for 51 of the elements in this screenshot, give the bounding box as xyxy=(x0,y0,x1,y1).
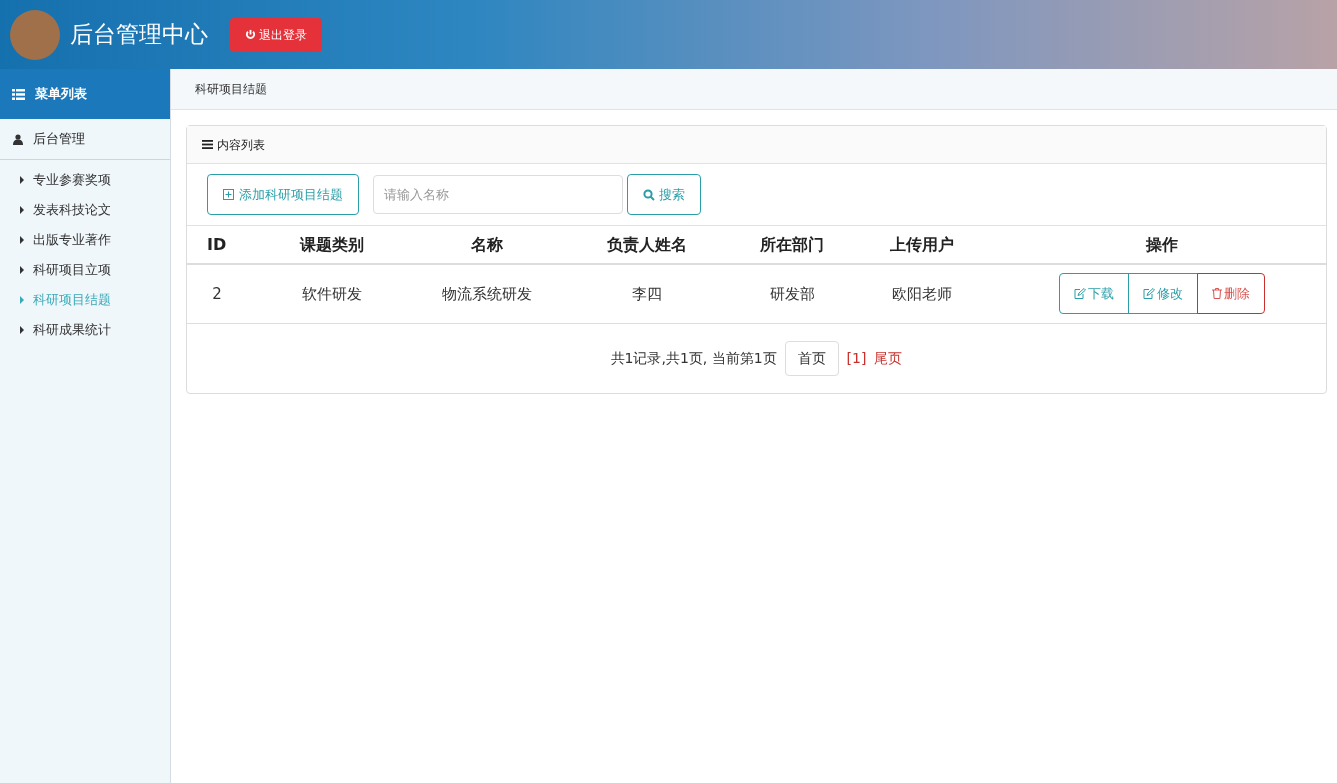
column-header: 负责人姓名 xyxy=(607,234,687,254)
column-header: ID xyxy=(207,234,227,254)
column-header: 操作 xyxy=(1145,234,1178,254)
menu-item[interactable]: 科研成果统计 xyxy=(0,315,170,345)
edit-button[interactable]: 修改 xyxy=(1127,273,1198,315)
edit-icon xyxy=(1142,288,1155,300)
caret-icon xyxy=(20,296,24,304)
caret-icon xyxy=(20,206,24,214)
menu-item[interactable]: 科研项目立项 xyxy=(0,255,170,285)
plus-square-icon xyxy=(223,189,234,200)
group-label: 后台管理 xyxy=(33,130,85,149)
logout-button[interactable]: 退出登录 xyxy=(230,17,322,52)
user-icon xyxy=(13,133,23,145)
power-icon xyxy=(245,29,256,40)
column-header: 上传用户 xyxy=(890,234,954,254)
search-field[interactable]: 请输入名称 xyxy=(373,175,623,214)
caret-icon xyxy=(20,266,24,274)
menu-item[interactable]: 专业参赛奖项 xyxy=(0,165,170,195)
menu-item[interactable]: 科研项目结题 xyxy=(0,285,170,315)
edit-icon xyxy=(1073,288,1086,300)
delete-button[interactable]: 删除 xyxy=(1196,273,1265,315)
list-icon xyxy=(12,88,25,100)
table-cell: 李四 xyxy=(632,284,662,303)
caret-icon xyxy=(20,236,24,244)
table-cell: 软件研发 xyxy=(302,284,362,303)
menu-heading: 菜单列表 xyxy=(35,85,87,104)
trash-icon xyxy=(1211,288,1222,300)
table-cell: 欧阳老师 xyxy=(892,284,952,303)
menu-item[interactable]: 出版专业著作 xyxy=(0,225,170,255)
menu-icon xyxy=(202,140,213,149)
column-header: 课题类别 xyxy=(300,234,364,254)
add-button[interactable]: 添加科研项目结题 xyxy=(207,174,359,215)
table-cell: 2 xyxy=(212,284,222,303)
current-page-link[interactable]: [1] xyxy=(846,347,867,369)
breadcrumb: 科研项目结题 xyxy=(195,81,267,98)
last-page-link[interactable]: 尾页 xyxy=(874,347,903,369)
column-header: 所在部门 xyxy=(760,234,824,254)
search-button[interactable]: 搜索 xyxy=(627,174,701,215)
site-title: 后台管理中心 xyxy=(70,20,208,50)
column-header: 名称 xyxy=(471,234,503,254)
first-page-link[interactable]: 首页 xyxy=(784,340,839,376)
pagination-summary: 共1记录,共1页, 当前第1页 xyxy=(610,348,777,368)
download-button[interactable]: 下载 xyxy=(1058,273,1129,315)
search-icon xyxy=(643,188,655,201)
menu-item[interactable]: 发表科技论文 xyxy=(0,195,170,225)
table-cell: 研发部 xyxy=(769,284,815,303)
caret-icon xyxy=(20,326,24,334)
avatar xyxy=(10,9,60,60)
caret-icon xyxy=(20,176,24,184)
panel-title: 内容列表 xyxy=(217,136,265,154)
table-cell: 物流系统研发 xyxy=(442,284,532,303)
